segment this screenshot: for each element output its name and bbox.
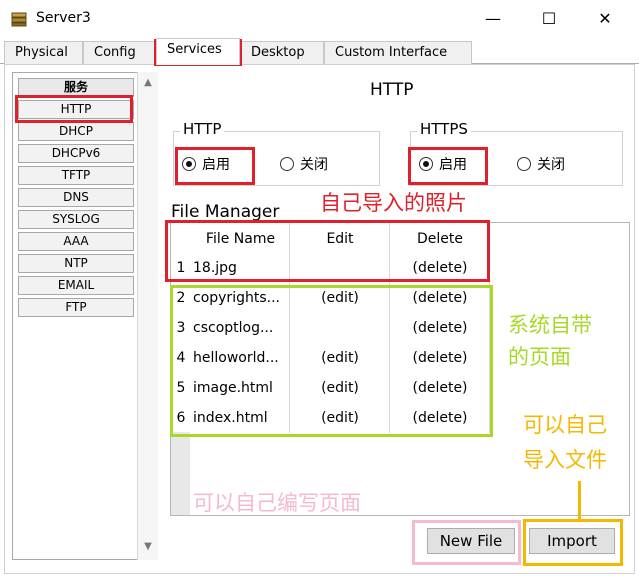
annotation-imported-photo: 自己导入的照片 [320,191,467,215]
server-app-icon [11,12,27,27]
row-header-strip [171,432,190,515]
import-pointer-line [578,481,581,519]
https-on-radio[interactable]: 启用 [419,154,467,174]
tab-physical[interactable]: Physical [4,41,83,64]
sidebar-item-tftp[interactable]: TFTP [18,166,134,185]
delete-link[interactable]: (delete) [390,313,490,343]
file-name-cell[interactable]: cscoptlog... [193,313,288,343]
radio-unchecked-icon[interactable] [280,157,294,171]
edit-link[interactable]: (edit) [290,343,390,373]
tab-config[interactable]: Config [83,41,155,64]
annotation-import-files-2: 导入文件 [523,448,607,472]
delete-link[interactable]: (delete) [390,373,490,403]
radio-checked-icon[interactable] [419,157,433,171]
sidebar-item-dns[interactable]: DNS [18,188,134,207]
column-header-delete: Delete [417,231,463,247]
delete-link[interactable]: (delete) [390,343,490,373]
https-group-legend: HTTPS [417,120,471,138]
annotation-import-files-1: 可以自己 [523,413,607,437]
tab-bar: Physical Config Services Desktop Custom … [0,38,639,65]
section-title: HTTP [370,80,414,100]
row-index: 2 [176,290,186,306]
sidebar-item-syslog[interactable]: SYSLOG [18,210,134,229]
service-list-scrollbar[interactable]: ▲ ▼ [137,72,158,560]
https-group: HTTPS 启用 关闭 [410,120,623,186]
maximize-button[interactable]: ☐ [526,5,572,33]
scroll-down-icon[interactable]: ▼ [138,538,158,556]
row-index: 5 [176,380,186,396]
delete-link[interactable]: (delete) [390,253,490,283]
sidebar-item-dhcp[interactable]: DHCP [18,122,134,141]
edit-link[interactable] [290,313,390,343]
service-list-header: 服务 [18,78,134,97]
row-index: 4 [176,350,186,366]
sidebar-item-dhcpv6[interactable]: DHCPv6 [18,144,134,163]
http-off-radio[interactable]: 关闭 [280,154,328,174]
http-on-label: 启用 [202,157,230,173]
radio-checked-icon[interactable] [182,157,196,171]
sidebar-item-email[interactable]: EMAIL [18,276,134,295]
close-button[interactable]: ✕ [582,5,628,33]
sidebar-item-ftp[interactable]: FTP [18,298,134,317]
window-title: Server3 [36,10,91,26]
minimize-button[interactable]: — [470,5,516,33]
import-button[interactable]: Import [529,528,615,554]
http-on-radio[interactable]: 启用 [182,154,230,174]
delete-link[interactable]: (delete) [390,403,490,433]
table-row: 2 copyrights... (edit) (delete) [171,283,490,313]
edit-link[interactable]: (edit) [290,283,390,313]
annotation-system-pages-2: 的页面 [508,345,571,369]
edit-link[interactable]: (edit) [290,373,390,403]
annotation-system-pages-1: 系统自带 [508,313,592,337]
edit-link[interactable]: (edit) [290,403,390,433]
table-row: 3 cscoptlog... (delete) [171,313,490,343]
edit-link[interactable] [290,253,390,283]
http-group-legend: HTTP [180,120,225,138]
https-off-label: 关闭 [537,157,565,173]
http-off-label: 关闭 [300,157,328,173]
column-header-edit: Edit [326,231,354,247]
file-name-cell[interactable]: index.html [193,403,288,433]
https-off-radio[interactable]: 关闭 [517,154,565,174]
table-row: 5 image.html (edit) (delete) [171,373,490,403]
file-name-cell[interactable]: image.html [193,373,288,403]
sidebar-item-aaa[interactable]: AAA [18,232,134,251]
http-group: HTTP 启用 关闭 [173,120,380,186]
column-header-file-name: File Name [205,231,276,247]
row-index: 6 [176,410,186,426]
sidebar-item-http[interactable]: HTTP [18,100,134,119]
annotation-write-pages: 可以自己编写页面 [193,491,361,515]
tab-desktop[interactable]: Desktop [240,41,324,64]
https-on-label: 启用 [439,157,467,173]
tab-services[interactable]: Services [156,38,240,65]
file-manager-title: File Manager [171,202,280,222]
row-index: 1 [176,260,186,276]
new-file-button[interactable]: New File [427,528,515,554]
table-header-row: File Name Edit Delete [171,223,490,253]
title-bar: Server3 — ☐ ✕ [0,0,639,38]
file-name-cell[interactable]: 18.jpg [193,253,288,283]
delete-link[interactable]: (delete) [390,283,490,313]
tab-custom-interface[interactable]: Custom Interface [324,41,472,64]
file-name-cell[interactable]: copyrights... [193,283,288,313]
file-name-cell[interactable]: helloworld... [193,343,288,373]
table-row: 1 18.jpg (delete) [171,253,490,283]
radio-unchecked-icon[interactable] [517,157,531,171]
sidebar-item-ntp[interactable]: NTP [18,254,134,273]
table-row: 4 helloworld... (edit) (delete) [171,343,490,373]
row-index: 3 [176,320,186,336]
scroll-up-icon[interactable]: ▲ [138,74,158,92]
table-row: 6 index.html (edit) (delete) [171,403,490,433]
